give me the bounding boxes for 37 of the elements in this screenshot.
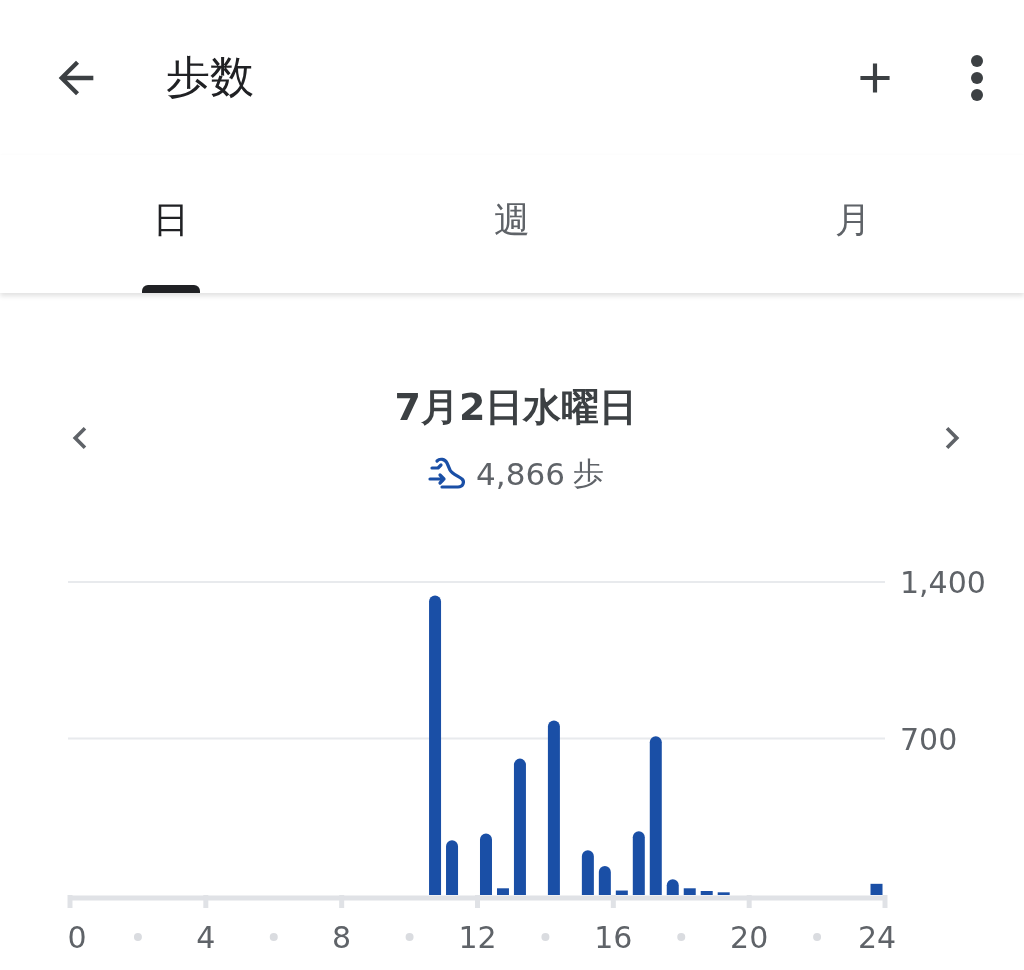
date-label: 7月2日水曜日 [394,383,638,431]
minor-tick-dot [677,933,686,941]
minor-tick-dot [269,933,278,941]
x-axis-label: 16 [594,920,633,955]
x-axis-label: 0 [67,920,87,955]
bar [615,890,628,895]
step-count: 4,866 [476,455,565,492]
minor-tick-dot [405,933,414,941]
minor-tick-dot [813,933,822,941]
bar [666,879,679,895]
bar [446,840,459,895]
y-axis-label: 700 [900,721,958,757]
x-axis-label: 12 [458,920,497,955]
bar [496,888,509,895]
bar [700,891,713,895]
bar [717,892,730,895]
step-unit: 歩 [572,453,604,493]
x-axis-label: 24 [857,920,897,955]
screen-title: 歩数 [166,50,255,104]
tab[interactable]: 日 [0,155,342,293]
x-axis-label: 4 [196,920,216,955]
more-options-button[interactable] [970,53,984,102]
minor-tick-dot [133,933,142,941]
bar [632,831,645,895]
bar [480,833,492,895]
bar [581,850,594,895]
more-vert-icon [970,53,984,102]
x-axis-label: 20 [730,920,769,955]
tab[interactable]: 月 [682,155,1024,293]
x-axis-label: 8 [332,920,352,955]
bar [598,865,611,895]
y-axis-label: 1,400 [900,565,986,600]
minor-tick-dot [541,933,550,941]
bar [683,888,696,895]
tab[interactable]: 週 [341,155,683,293]
bar [870,883,883,895]
tab-indicator [141,285,200,293]
